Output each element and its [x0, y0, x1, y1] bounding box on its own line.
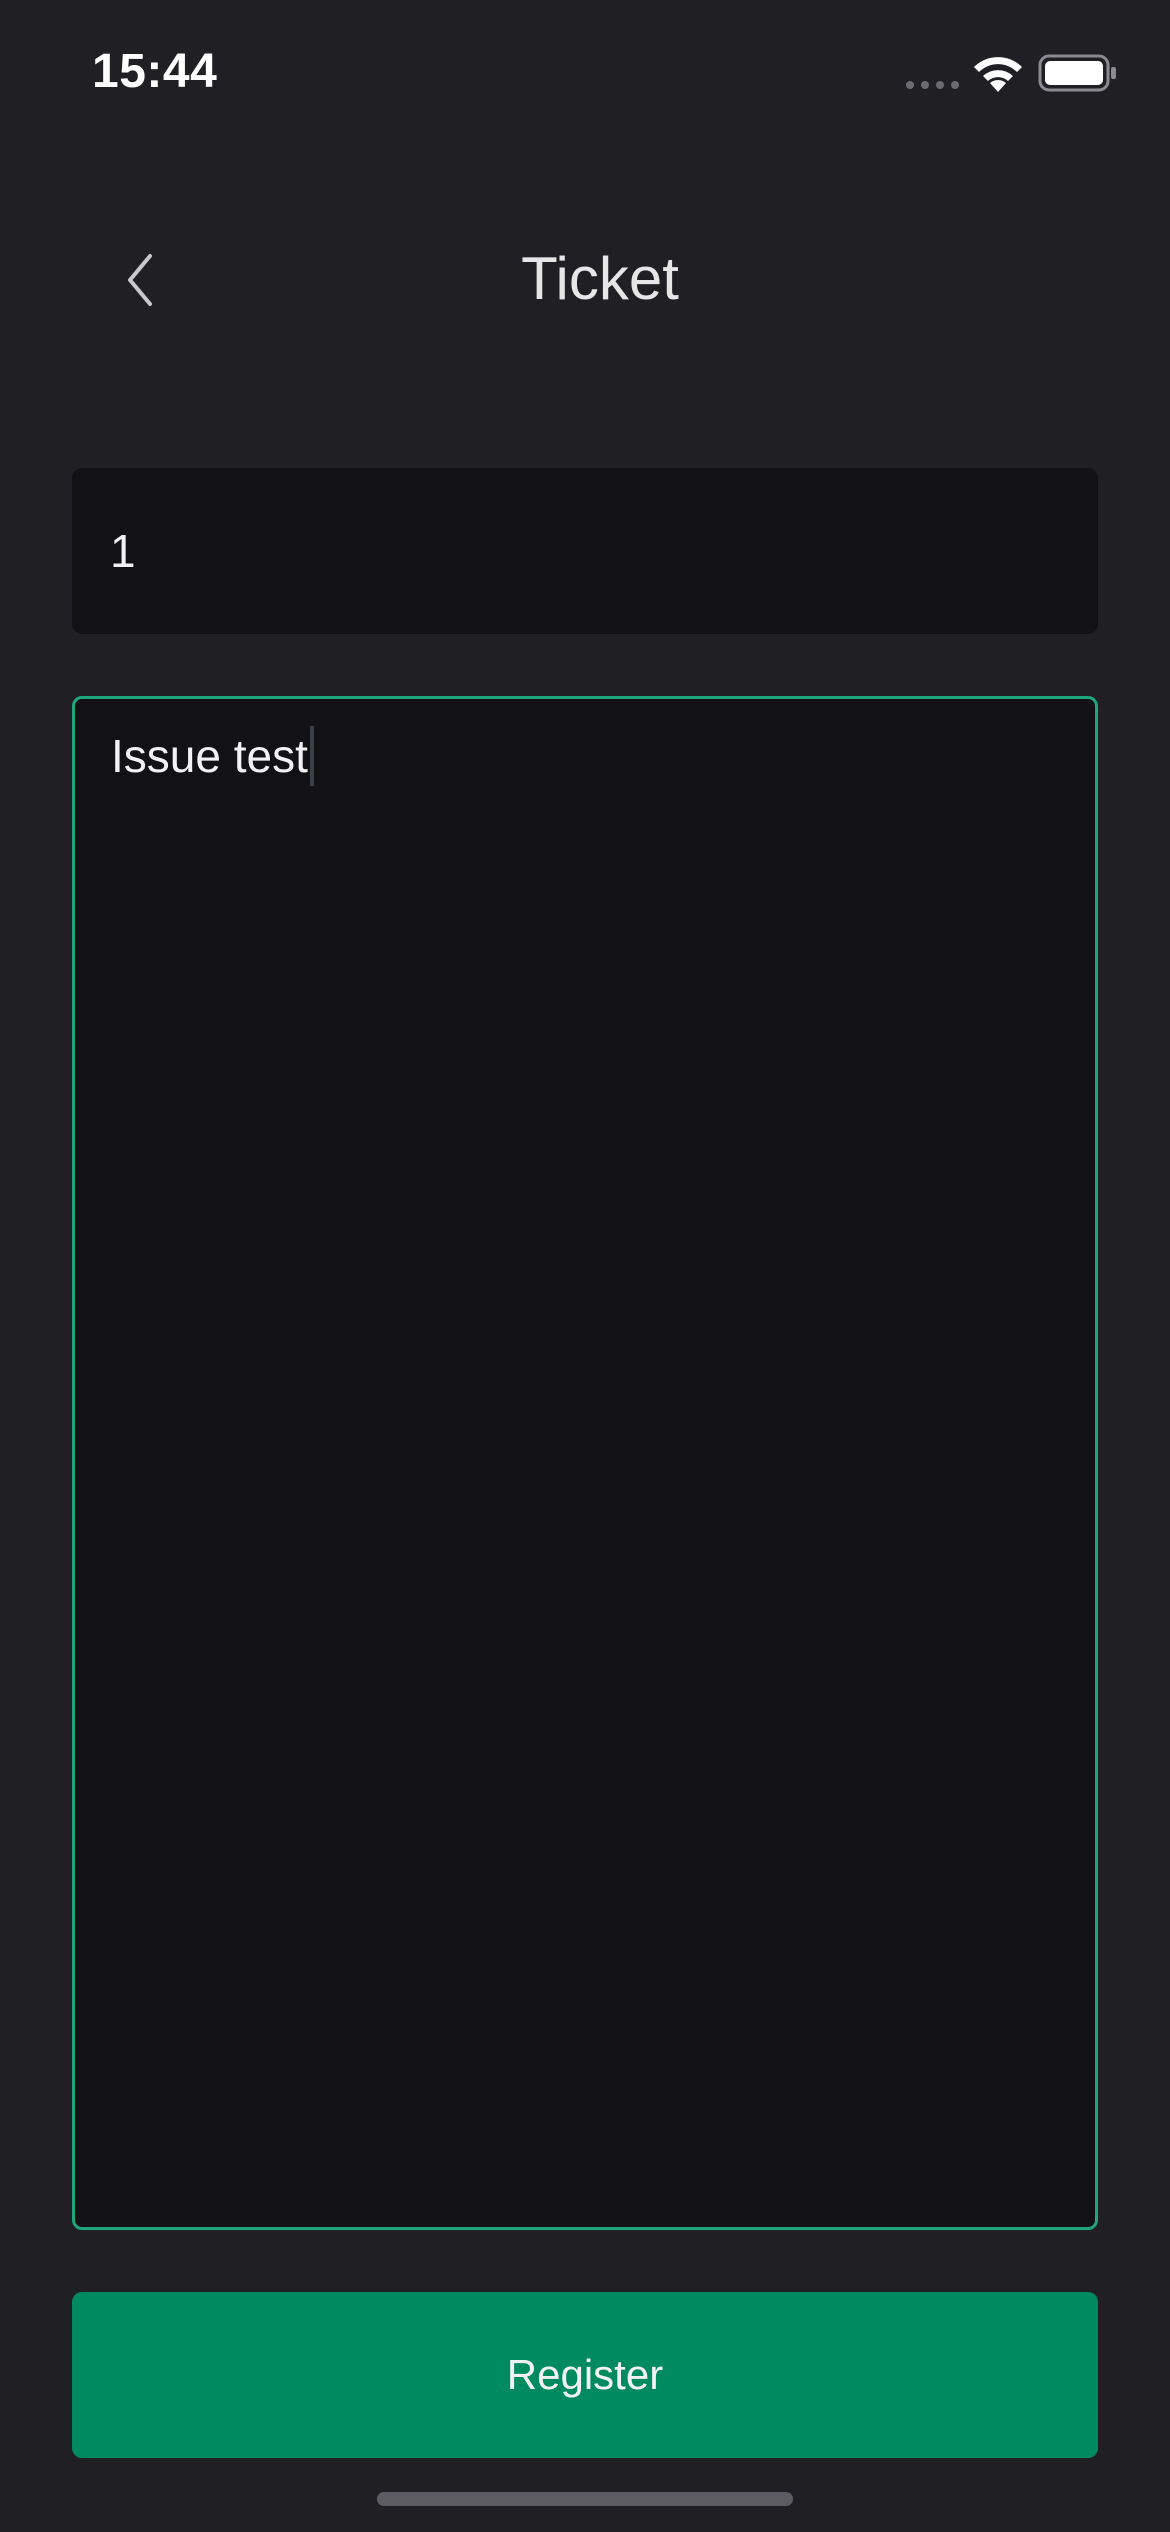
- battery-icon: [1038, 54, 1116, 92]
- text-cursor: [309, 725, 314, 786]
- navigation-bar: Ticket: [0, 200, 1170, 360]
- cellular-signal-icon: [906, 81, 959, 89]
- issue-text-area[interactable]: Issue test: [72, 696, 1098, 2230]
- ticket-number-field[interactable]: 1: [72, 468, 1098, 634]
- issue-text-value: Issue test: [111, 730, 308, 782]
- register-button[interactable]: Register: [72, 2292, 1098, 2458]
- ticket-number-value: 1: [110, 525, 136, 577]
- register-button-label: Register: [506, 2351, 664, 2398]
- wifi-icon: [974, 57, 1022, 92]
- status-time: 15:44: [92, 45, 218, 98]
- page-title: Ticket: [521, 245, 679, 312]
- status-bar: 15:44: [0, 0, 1170, 150]
- home-indicator: [377, 2492, 793, 2506]
- ticket-screen: 15:44 Ticket 1 Issue test Register: [0, 0, 1170, 2532]
